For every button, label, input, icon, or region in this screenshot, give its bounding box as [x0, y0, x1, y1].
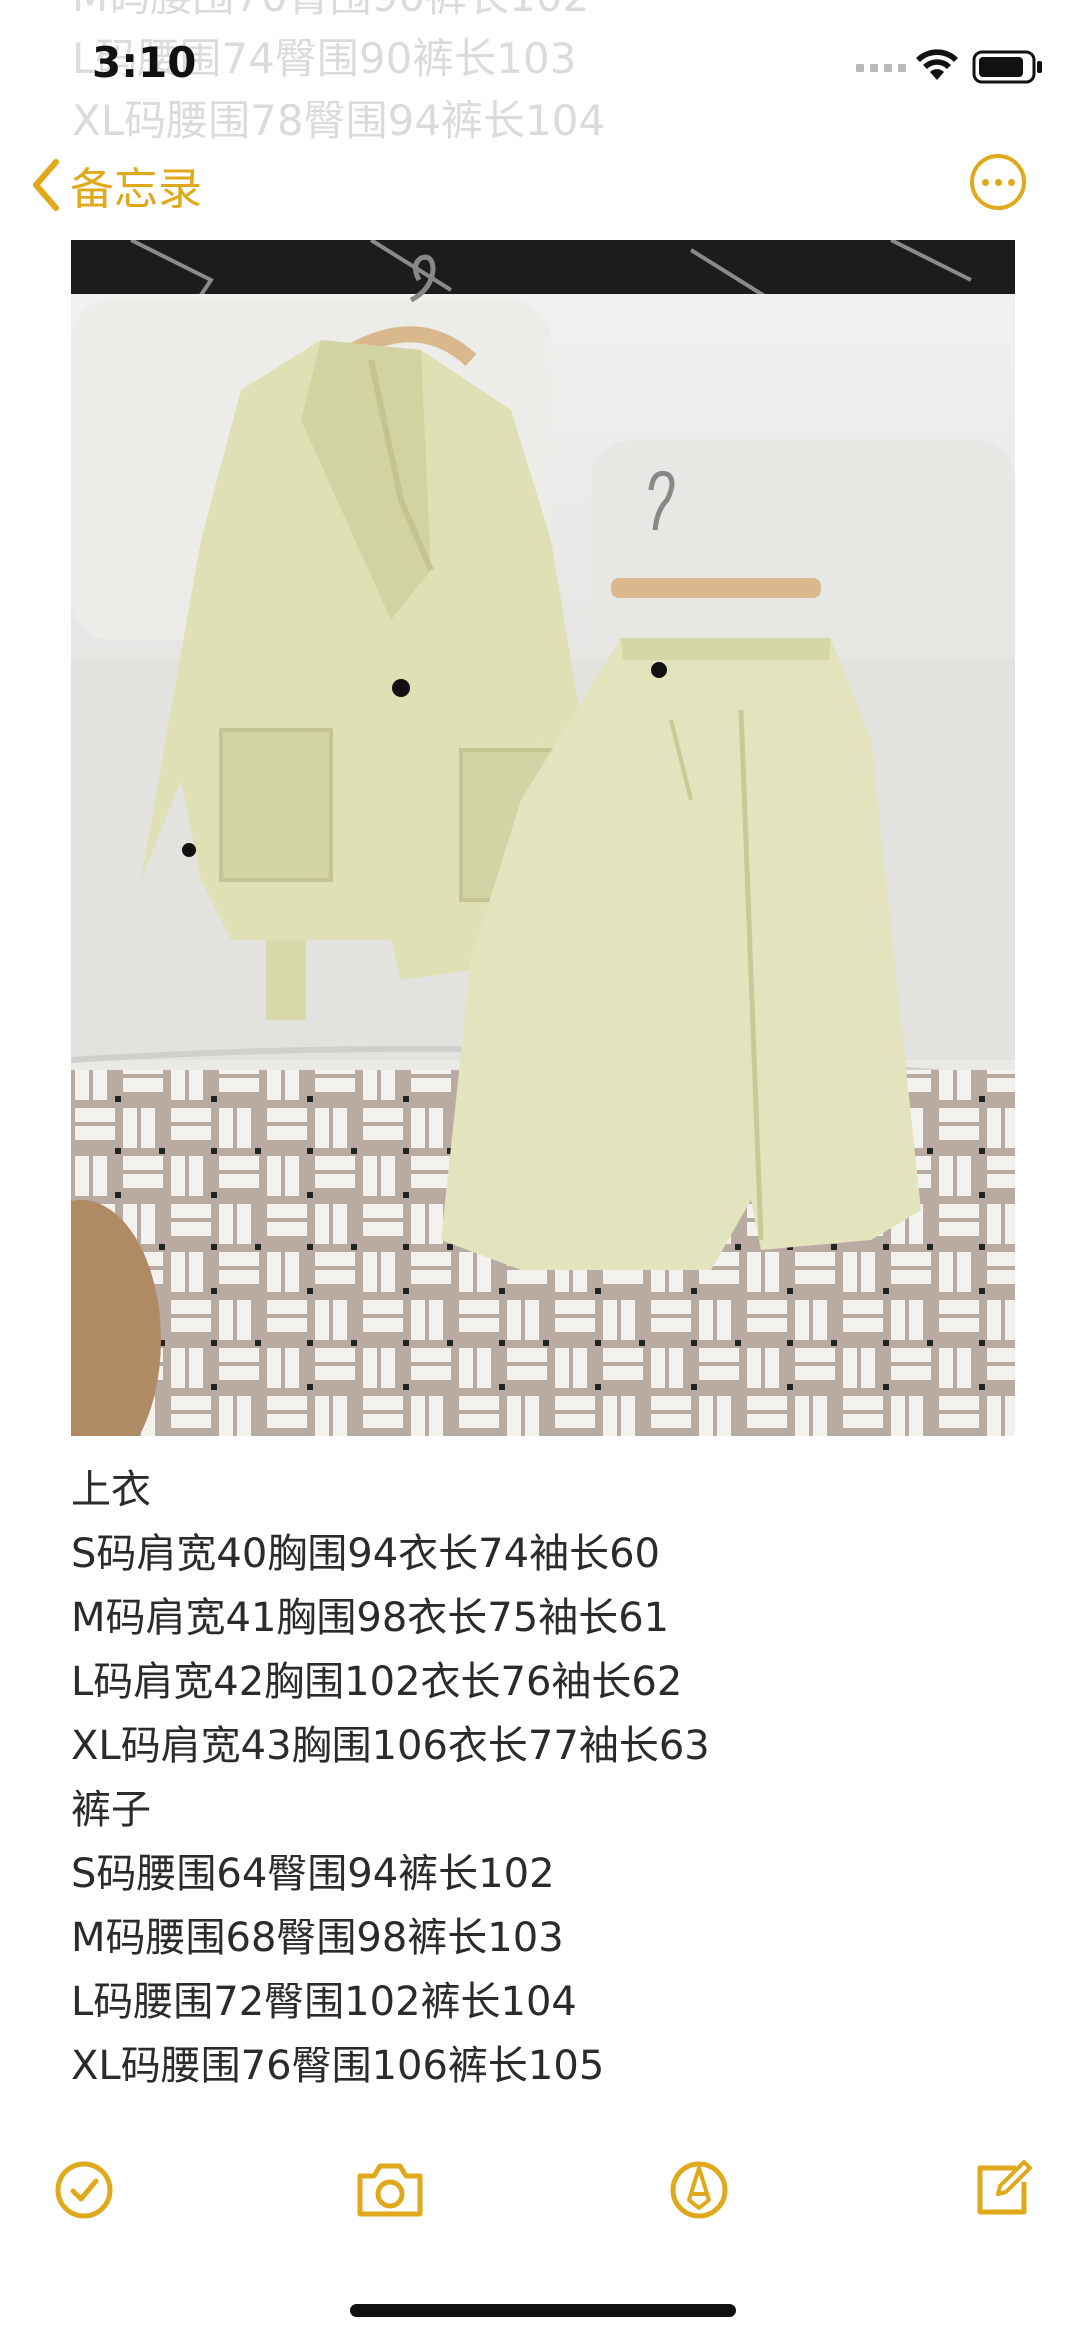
chevron-left-icon: [33, 159, 59, 211]
note-line: S码腰围64臀围94裤长102: [71, 1851, 555, 1897]
cellular-signal-icon: [856, 64, 906, 72]
bottom-toolbar: [0, 2150, 1080, 2240]
back-label: 备忘录: [70, 164, 202, 215]
note-line: M码腰围68臀围98裤长103: [71, 1915, 564, 1961]
note-line: L码腰围72臀围102裤长104: [71, 1979, 577, 2025]
back-button[interactable]: 备忘录: [30, 150, 202, 220]
status-bar: 3:10: [0, 0, 1080, 128]
note-line: XL码肩宽43胸围106衣长77袖长63: [71, 1723, 710, 1769]
wifi-icon: [916, 49, 958, 80]
note-line: S码肩宽40胸围94衣长74袖长60: [71, 1531, 660, 1577]
note-line: XL码腰围76臀围106裤长105: [71, 2043, 605, 2089]
status-time: 3:10: [92, 38, 197, 87]
note-body[interactable]: 上衣 S码肩宽40胸围94衣长74袖长60 M码肩宽41胸围98衣长75袖长61…: [71, 1458, 1031, 2098]
note-line: 裤子: [71, 1787, 151, 1833]
more-options-button[interactable]: [970, 154, 1026, 210]
navigation-bar: 备忘录: [0, 136, 1080, 232]
ellipsis-dot: [1007, 178, 1015, 186]
attached-photo[interactable]: [71, 240, 1015, 1436]
markup-icon[interactable]: [659, 2150, 739, 2230]
battery-icon: [972, 50, 1042, 84]
note-line: L码肩宽42胸围102衣长76袖长62: [71, 1659, 683, 1705]
note-line: M码肩宽41胸围98衣长75袖长61: [71, 1595, 670, 1641]
checklist-icon[interactable]: [44, 2150, 124, 2230]
home-indicator: [350, 2304, 736, 2317]
note-line: 上衣: [71, 1467, 151, 1513]
ellipsis-dot: [981, 178, 989, 186]
camera-icon[interactable]: [350, 2150, 430, 2230]
ellipsis-dot: [994, 178, 1002, 186]
compose-icon[interactable]: [962, 2150, 1042, 2230]
